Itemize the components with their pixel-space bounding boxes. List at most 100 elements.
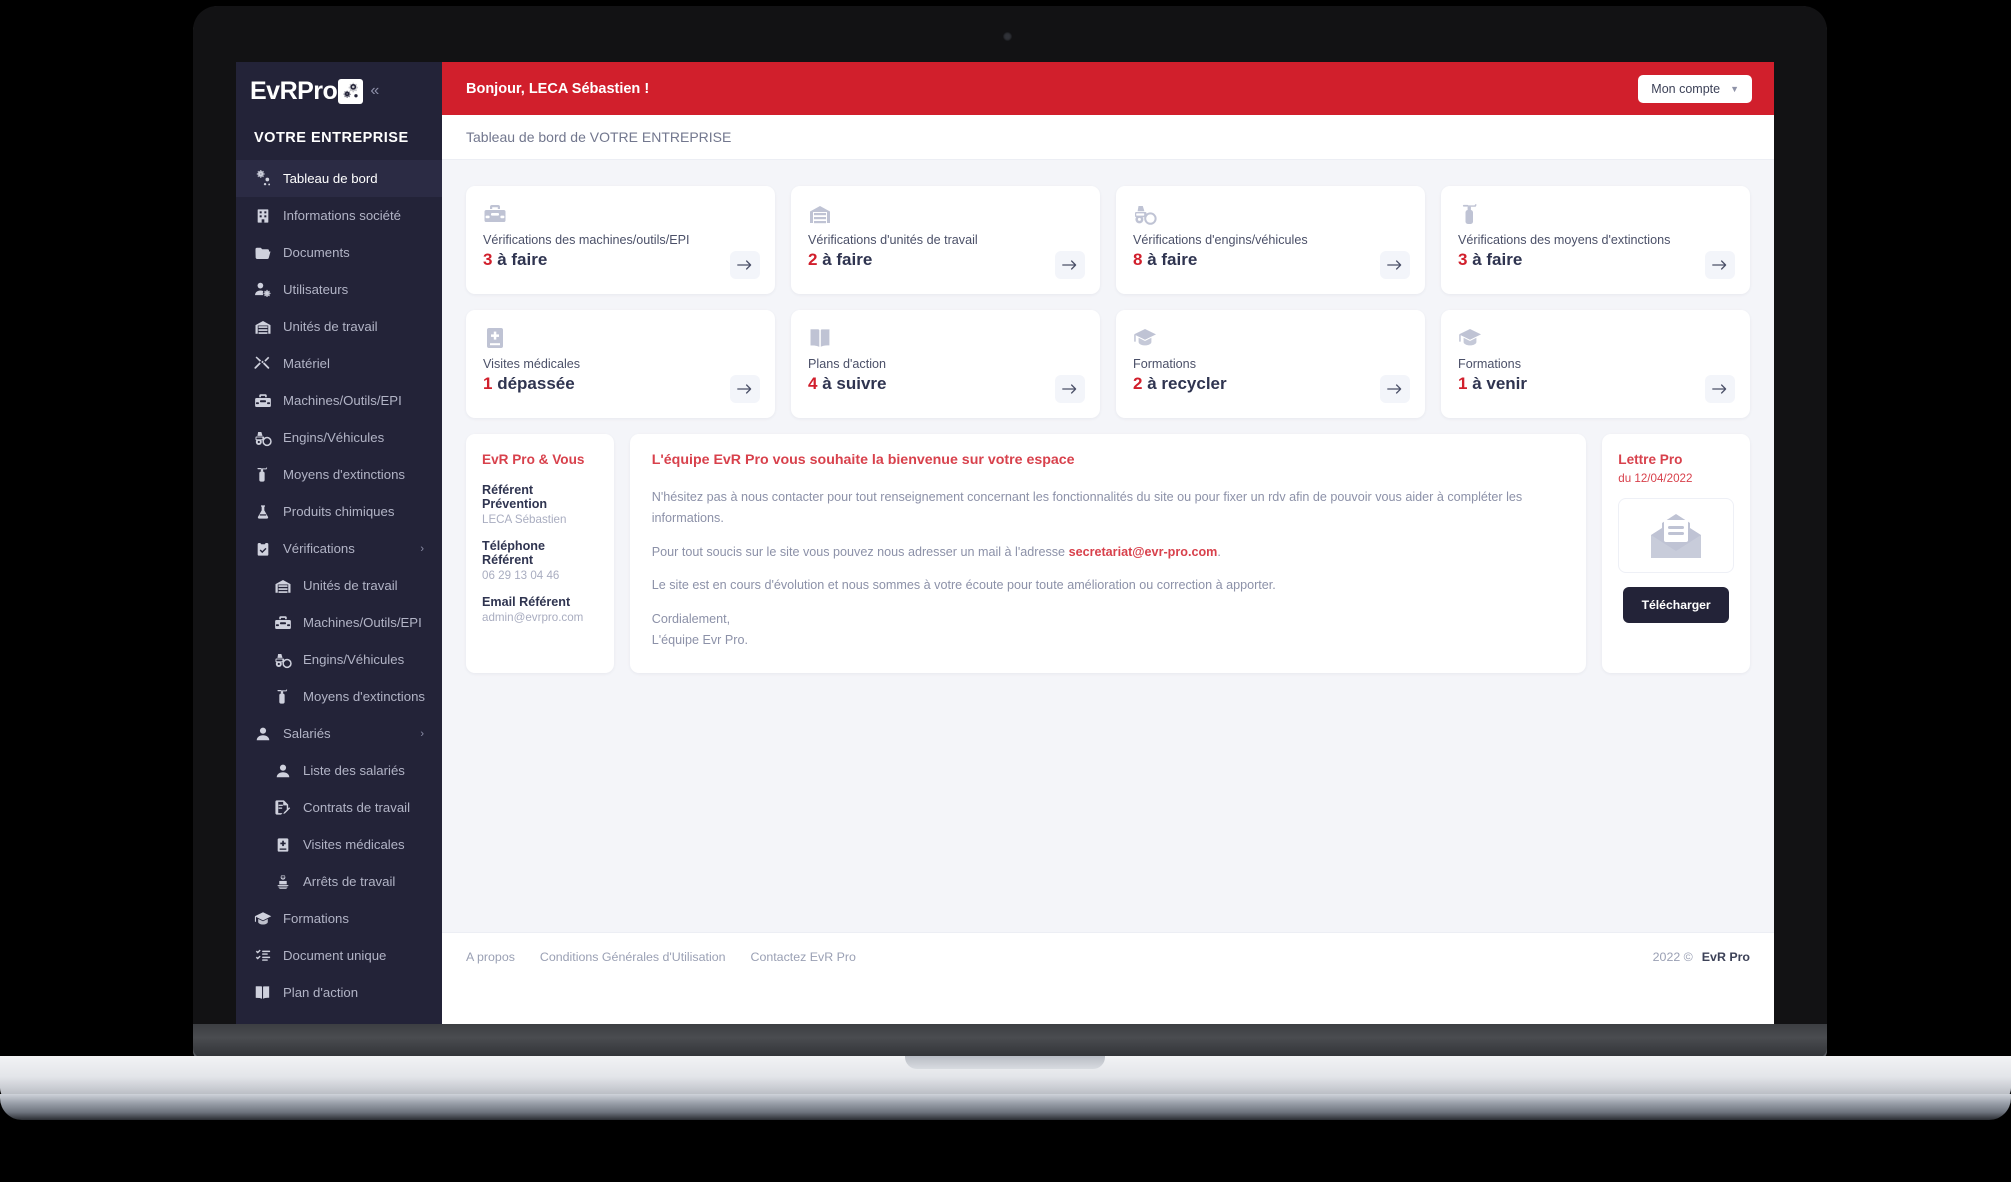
sidebar-item-engins-v-hicules[interactable]: Engins/Véhicules [236,641,442,678]
stat-card-count: 1 [1458,374,1468,393]
stat-card-arrow-button[interactable] [1705,375,1735,403]
sidebar-item-unit-s-de-travail[interactable]: Unités de travail [236,308,442,345]
sidebar-item-tableau-de-bord[interactable]: Tableau de bord [236,160,442,197]
sidebar-item-arr-ts-de-travail[interactable]: Arrêts de travail [236,863,442,900]
stat-card[interactable]: Vérifications d'unités de travail 2 à fai… [791,186,1100,294]
open-envelope-letter-icon[interactable] [1618,498,1735,573]
stat-card[interactable]: Vérifications des machines/outils/EPI 3 à… [466,186,775,294]
stat-card-count: 3 [1458,250,1468,269]
stat-card-arrow-button[interactable] [730,375,760,403]
chevron-right-icon[interactable]: › [420,543,424,555]
stat-card[interactable]: Formations 2 à recycler [1116,310,1425,418]
lettre-pro-panel: Lettre Pro du 12/04/2022 Télécharger [1602,434,1751,673]
sidebar-item-label: Moyens d'extinctions [283,467,405,482]
graduation-cap-icon [1458,326,1733,352]
download-button[interactable]: Télécharger [1623,587,1730,623]
stat-card-arrow-button[interactable] [1705,251,1735,279]
sidebar-item-liste-des-salari-s[interactable]: Liste des salariés [236,752,442,789]
sidebar-item-label: Utilisateurs [283,282,349,297]
footer-link[interactable]: Conditions Générales d'Utilisation [540,950,726,964]
stat-card-count: 8 [1133,250,1143,269]
sidebar-item-informations-soci-t[interactable]: Informations société [236,197,442,234]
warehouse-icon [273,576,292,595]
medical-book-icon [273,835,292,854]
contact-panel-title: EvR Pro & Vous [482,452,585,467]
sidebar-item-label: Liste des salariés [303,763,405,778]
sidebar-item-mat-riel[interactable]: Matériel [236,345,442,382]
stat-card-value: 2 à recycler [1133,374,1408,394]
welcome-paragraph-3: Le site est en cours d'évolution et nous… [651,578,1276,593]
brand-logo[interactable]: EvRPro « [236,62,442,120]
flask-icon [253,502,272,521]
stat-card-count: 2 [808,250,818,269]
sidebar-item-produits-chimiques[interactable]: Produits chimiques [236,493,442,530]
stat-card[interactable]: Formations 1 à venir [1441,310,1750,418]
sidebar-item-documents[interactable]: Documents [236,234,442,271]
stat-card-label: Vérifications d'unités de travail [808,233,978,247]
tractor-icon [253,428,272,447]
stat-card-arrow-button[interactable] [1380,375,1410,403]
sidebar-item-moyens-d-extinctions[interactable]: Moyens d'extinctions [236,678,442,715]
user-icon [273,761,292,780]
stat-card[interactable]: Vérifications d'engins/véhicules 8 à fair… [1116,186,1425,294]
welcome-p2-after: . [1217,544,1221,559]
stat-card-label: Visites médicales [483,357,581,371]
stat-card[interactable]: Plans d'action 4 à suivre [791,310,1100,418]
stat-card-label: Vérifications des moyens d'extinctions [1458,233,1671,247]
fire-extinguisher-icon [1458,202,1733,228]
welcome-paragraph-1: N'hésitez pas à nous contacter pour tout… [651,490,1523,525]
stat-card-count: 4 [808,374,818,393]
sidebar-item-label: Formations [283,911,349,926]
stat-card-arrow-button[interactable] [1055,251,1085,279]
stat-card-count: 3 [483,250,493,269]
sidebar-item-label: Plan d'action [283,985,359,1000]
tractor-icon [1133,202,1408,228]
chevron-right-icon[interactable]: › [420,728,424,740]
sidebar-item-machines-outils-epi[interactable]: Machines/Outils/EPI [236,604,442,641]
sidebar-item-plan-d-action[interactable]: Plan d'action [236,974,442,1011]
sidebar-item-engins-v-hicules[interactable]: Engins/Véhicules [236,419,442,456]
chevron-double-left-icon[interactable]: « [370,83,379,99]
sidebar-item-v-rifications[interactable]: Vérifications › [236,530,442,567]
stat-card-arrow-button[interactable] [730,251,760,279]
stat-card-row-1: Vérifications des machines/outils/EPI 3 à… [466,186,1750,294]
stat-card-suffix: à venir [1472,374,1528,393]
account-menu-button[interactable]: Mon compte ▼ [1638,74,1752,103]
sidebar-item-contrats-de-travail[interactable]: Contrats de travail [236,789,442,826]
contact-panel: EvR Pro & Vous Référent Prévention LECA S… [466,434,614,673]
stat-card-count: 2 [1133,374,1143,393]
footer: A propos Conditions Générales d'Utilisati… [442,932,1774,1024]
laptop-base-notch [905,1056,1105,1069]
warehouse-icon [253,317,272,336]
gears-icon [338,78,364,104]
sidebar-item-document-unique[interactable]: Document unique [236,937,442,974]
breadcrumb-text: Tableau de bord de VOTRE ENTREPRISE [466,129,732,145]
signature-line-2: L'équipe Evr Pro. [651,632,748,647]
stat-card-value: 2 à faire [808,250,1083,270]
sidebar-item-formations[interactable]: Formations [236,900,442,937]
book-icon [808,326,1083,352]
stat-card-count: 1 [483,374,493,393]
toolbox-icon [483,202,758,228]
footer-links: A propos Conditions Générales d'Utilisati… [466,950,856,964]
folder-icon [253,243,272,262]
stat-card[interactable]: Vérifications des moyens d'extinctions 3 … [1441,186,1750,294]
footer-link[interactable]: Contactez EvR Pro [751,950,856,964]
sidebar-item-label: Documents [283,245,350,260]
stat-card[interactable]: Visites médicales 1 dépassée [466,310,775,418]
stat-card-label: Formations [1133,357,1196,371]
gears-icon [253,169,272,188]
footer-link[interactable]: A propos [466,950,515,964]
stat-card-value: 3 à faire [1458,250,1733,270]
sidebar-item-unit-s-de-travail[interactable]: Unités de travail [236,567,442,604]
secretariat-email-link[interactable]: secretariat@evr-pro.com [1069,545,1218,559]
sidebar-item-moyens-d-extinctions[interactable]: Moyens d'extinctions [236,456,442,493]
sidebar-item-label: Matériel [283,356,330,371]
laptop-base-lip [0,1094,2011,1120]
stat-card-arrow-button[interactable] [1380,251,1410,279]
stat-card-arrow-button[interactable] [1055,375,1085,403]
sidebar-item-utilisateurs[interactable]: Utilisateurs [236,271,442,308]
sidebar-item-visites-m-dicales[interactable]: Visites médicales [236,826,442,863]
sidebar-item-salari-s[interactable]: Salariés › [236,715,442,752]
sidebar-item-machines-outils-epi[interactable]: Machines/Outils/EPI [236,382,442,419]
